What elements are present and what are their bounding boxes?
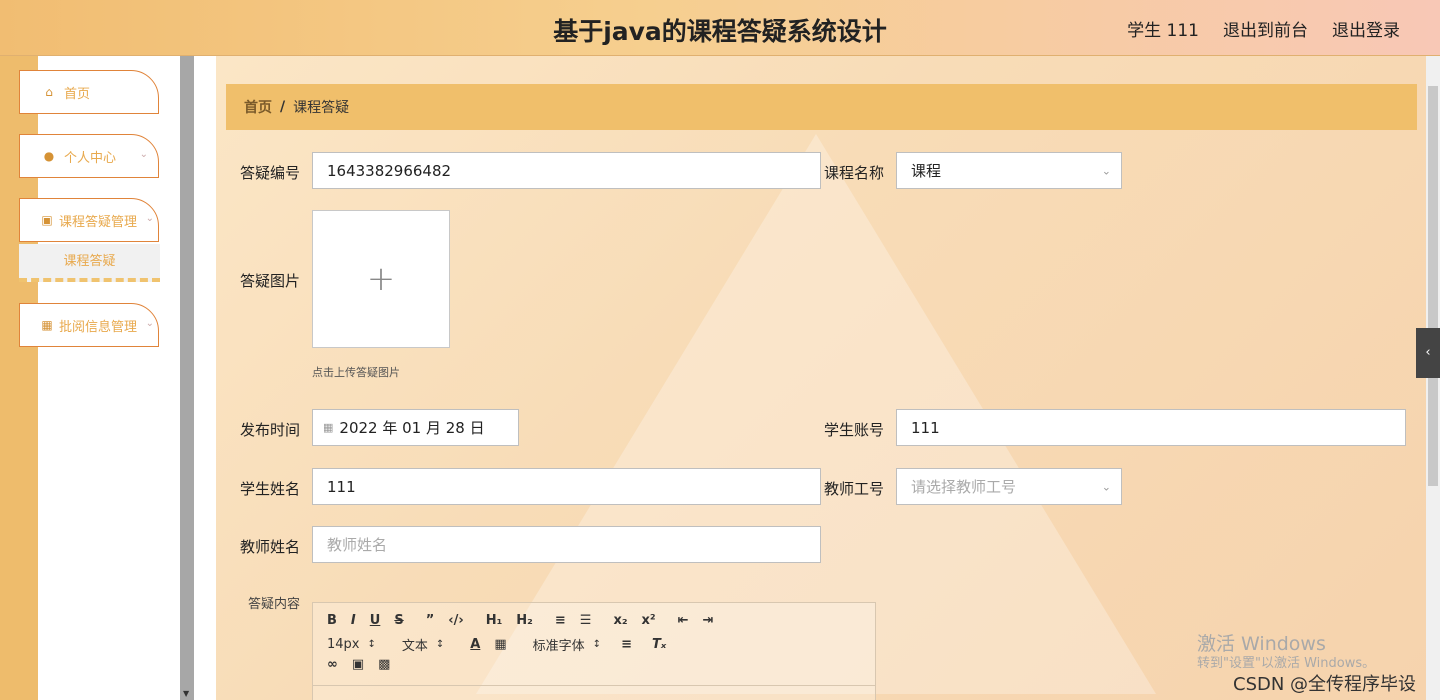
bullet-list-icon[interactable]: ☰	[580, 613, 592, 628]
align-icon[interactable]: ≡	[621, 637, 632, 652]
code-icon[interactable]: ‹/›	[448, 613, 463, 628]
logout-link[interactable]: 退出登录	[1332, 16, 1400, 41]
heading1-icon[interactable]: H₁	[486, 613, 503, 628]
ordered-list-icon[interactable]: ≡	[555, 613, 566, 628]
header-actions: 学生 111 退出到前台 退出登录	[1127, 16, 1400, 41]
editor-toolbar-row-1: B I U S ” ‹/› H₁ H₂ ≡ ☰ x₂ x² ⇤ ⇥	[327, 613, 727, 628]
underline-icon[interactable]: U	[370, 613, 381, 628]
qa-content-label: 答疑内容	[248, 597, 301, 612]
quote-icon[interactable]: ”	[426, 613, 435, 628]
strike-icon[interactable]: S	[394, 613, 403, 628]
outdent-icon[interactable]: ⇤	[678, 613, 689, 628]
qa-id-label: 答疑编号	[240, 164, 301, 182]
editor-toolbar-row-3: ∞ ▣ ▩	[327, 657, 404, 672]
home-icon: ⌂	[45, 85, 53, 99]
chevron-down-icon: ⌄	[145, 213, 154, 224]
sidebar-item-course-qa-management[interactable]: ▣ 课程答疑管理 ⌄	[19, 198, 159, 242]
sidebar-item-label: 首页	[64, 86, 91, 102]
course-name-value: 课程	[911, 162, 942, 180]
sidebar-item-label: 批阅信息管理	[59, 319, 138, 335]
student-name-input[interactable]: 111	[312, 468, 821, 505]
teacher-name-input[interactable]: 教师姓名	[312, 526, 821, 563]
sidebar-scrollbar[interactable]: ▼	[180, 56, 194, 700]
indent-icon[interactable]: ⇥	[703, 613, 714, 628]
sidebar-item-label: 个人中心	[64, 150, 117, 166]
rich-text-editor[interactable]: B I U S ” ‹/› H₁ H₂ ≡ ☰ x₂ x² ⇤ ⇥ 14px ↕…	[312, 602, 876, 700]
activation-watermark-subtitle: 转到"设置"以激活 Windows。	[1197, 656, 1376, 671]
calendar-icon: ▦	[323, 421, 334, 434]
block-type-arrows-icon[interactable]: ↕	[436, 639, 444, 650]
csdn-watermark: CSDN @全传程序毕设	[1233, 674, 1417, 695]
editor-divider	[313, 685, 875, 686]
sidebar-item-review-management[interactable]: ▦ 批阅信息管理 ⌄	[19, 303, 159, 347]
superscript-icon[interactable]: x²	[642, 613, 656, 628]
sidebar-item-label: 课程答疑管理	[59, 214, 138, 230]
chevron-down-icon: ⌄	[1101, 164, 1111, 177]
scroll-down-icon[interactable]: ▼	[183, 689, 189, 698]
scrollbar-thumb[interactable]	[1428, 86, 1438, 486]
teacher-name-label: 教师姓名	[240, 538, 301, 556]
clipboard-icon: ▦	[41, 318, 53, 332]
font-family-select[interactable]: 标准字体	[533, 635, 585, 654]
bold-icon[interactable]: B	[327, 613, 337, 628]
collapse-panel-button[interactable]: ‹	[1416, 328, 1440, 378]
chevron-down-icon: ⌄	[1101, 480, 1111, 493]
user-icon: ●	[43, 149, 55, 163]
breadcrumb-separator: /	[280, 99, 286, 115]
image-icon[interactable]: ▣	[352, 657, 364, 672]
teacher-no-label: 教师工号	[824, 480, 885, 498]
student-name-label: 学生姓名	[240, 480, 301, 498]
publish-time-label: 发布时间	[240, 421, 301, 439]
editor-toolbar-row-2: 14px ↕ 文本 ↕ A ▦ 标准字体 ↕ ≡ Tₓ	[327, 635, 680, 654]
qa-id-input[interactable]: 1643382966482	[312, 152, 821, 189]
sidebar-item-personal-center[interactable]: ● 个人中心 ⌄	[19, 134, 159, 178]
breadcrumb-current: 课程答疑	[293, 100, 350, 116]
block-type-select[interactable]: 文本	[402, 635, 428, 654]
course-name-select[interactable]: 课程 ⌄	[896, 152, 1122, 189]
qa-image-label: 答疑图片	[240, 272, 301, 290]
sidebar-item-home[interactable]: ⌂ 首页	[19, 70, 159, 114]
page-scrollbar[interactable]	[1426, 56, 1440, 700]
monitor-icon: ▣	[41, 213, 53, 227]
breadcrumb-home[interactable]: 首页	[244, 97, 272, 117]
course-name-label: 课程名称	[824, 164, 885, 182]
image-upload-box[interactable]: +	[312, 210, 450, 348]
qa-id-value: 1643382966482	[327, 161, 452, 180]
sidebar-subitem-course-qa[interactable]: 课程答疑	[19, 244, 160, 282]
link-icon[interactable]: ∞	[327, 657, 338, 672]
chevron-left-icon: ‹	[1425, 345, 1431, 360]
student-account-label: 学生账号	[824, 421, 885, 439]
chevron-down-icon: ⌄	[139, 149, 148, 160]
font-family-arrows-icon[interactable]: ↕	[593, 639, 601, 650]
background-color-icon[interactable]: ▦	[494, 637, 506, 652]
teacher-name-placeholder: 教师姓名	[327, 536, 388, 554]
student-account-value: 111	[911, 418, 940, 437]
italic-icon[interactable]: I	[351, 613, 356, 628]
teacher-no-select[interactable]: 请选择教师工号 ⌄	[896, 468, 1122, 505]
chevron-down-icon: ⌄	[145, 318, 154, 329]
font-color-icon[interactable]: A	[470, 637, 480, 652]
main-content: 首页 / 课程答疑 答疑编号 1643382966482 课程名称 课程 ⌄ 答…	[216, 56, 1426, 700]
plus-icon: +	[366, 259, 396, 299]
font-size-select[interactable]: 14px	[327, 637, 360, 652]
publish-time-value: 2022 年 01 月 28 日	[339, 419, 485, 437]
current-user[interactable]: 学生 111	[1127, 16, 1199, 41]
breadcrumb: 首页 / 课程答疑	[226, 84, 1417, 130]
font-size-arrows-icon[interactable]: ↕	[368, 639, 376, 650]
upload-hint: 点击上传答疑图片	[312, 366, 400, 379]
video-icon[interactable]: ▩	[378, 657, 390, 672]
heading2-icon[interactable]: H₂	[516, 613, 533, 628]
teacher-no-placeholder: 请选择教师工号	[911, 478, 1017, 496]
subscript-icon[interactable]: x₂	[613, 613, 627, 628]
top-header: 基于java的课程答疑系统设计 学生 111 退出到前台 退出登录	[0, 0, 1440, 56]
clear-format-icon[interactable]: Tₓ	[652, 637, 666, 652]
content-gutter	[194, 56, 216, 700]
student-account-input[interactable]: 111	[896, 409, 1406, 446]
student-name-value: 111	[327, 477, 356, 496]
back-to-front-link[interactable]: 退出到前台	[1223, 16, 1308, 41]
publish-time-picker[interactable]: ▦ 2022 年 01 月 28 日	[312, 409, 519, 446]
